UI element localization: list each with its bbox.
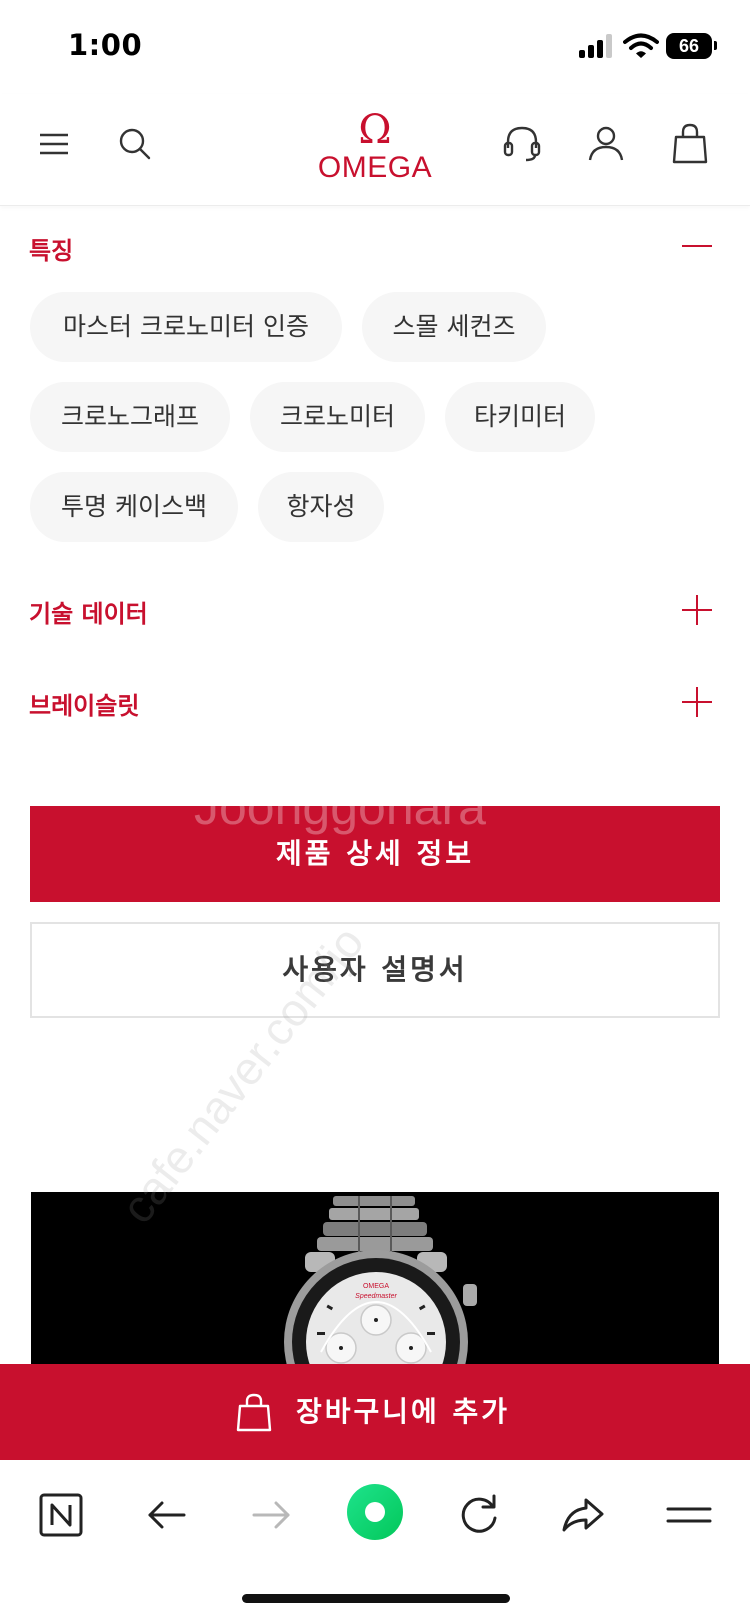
hamburger-icon[interactable]: [664, 1490, 714, 1540]
forward-arrow-icon[interactable]: [246, 1490, 296, 1540]
dial-brand: OMEGA: [363, 1283, 389, 1290]
expand-bracelet-plus-icon[interactable]: [680, 685, 714, 719]
expand-technical-data-plus-icon[interactable]: [680, 593, 714, 627]
battery-icon: 66: [666, 33, 712, 59]
signal-icon: [579, 34, 615, 58]
user-manual-button[interactable]: 사용자 설명서: [30, 922, 720, 1018]
battery-tip: [714, 41, 717, 50]
bracelet-title[interactable]: 브레이슬릿: [29, 686, 139, 721]
feature-chip[interactable]: 투명 케이스백: [30, 472, 238, 542]
naver-icon[interactable]: [36, 1490, 86, 1540]
feature-chip[interactable]: 마스터 크로노미터 인증: [30, 292, 342, 362]
add-to-cart-button[interactable]: 장바구니에 추가: [0, 1364, 750, 1460]
green-dot-icon[interactable]: [346, 1483, 404, 1541]
collapse-features-minus-icon[interactable]: [680, 229, 714, 263]
feature-chip[interactable]: 항자성: [258, 472, 384, 542]
menu-icon[interactable]: [32, 122, 76, 166]
reload-icon[interactable]: [454, 1490, 504, 1540]
feature-chip[interactable]: 스몰 세컨즈: [362, 292, 546, 362]
status-bar: 1:00 66: [0, 0, 750, 94]
add-to-cart-label: 장바구니에 추가: [296, 1395, 511, 1428]
site-header: Ω OMEGA: [0, 94, 750, 206]
share-icon[interactable]: [558, 1490, 608, 1540]
home-indicator[interactable]: [242, 1594, 510, 1603]
feature-chip[interactable]: 크로노미터: [250, 382, 425, 452]
search-icon[interactable]: [114, 122, 158, 166]
back-arrow-icon[interactable]: [142, 1490, 192, 1540]
omega-symbol: Ω: [358, 107, 392, 153]
omega-logo[interactable]: Ω OMEGA: [300, 110, 450, 184]
features-title[interactable]: 특징: [29, 231, 73, 266]
shopping-bag-icon: [236, 1393, 272, 1432]
product-image: OMEGA Speedmaster: [31, 1192, 719, 1367]
omega-wordmark: OMEGA: [317, 151, 433, 184]
feature-chip[interactable]: 타키미터: [445, 382, 595, 452]
browser-toolbar: [0, 1460, 750, 1623]
user-icon[interactable]: [584, 122, 628, 166]
wifi-icon: [623, 33, 659, 58]
technical-data-title[interactable]: 기술 데이터: [29, 594, 148, 629]
dial-model: Speedmaster: [355, 1293, 397, 1300]
battery-level: 66: [678, 36, 700, 56]
headset-icon[interactable]: [500, 122, 544, 166]
feature-chip[interactable]: 크로노그래프: [30, 382, 230, 452]
status-time: 1:00: [68, 28, 143, 62]
shopping-bag-icon[interactable]: [668, 122, 712, 166]
watch-image: OMEGA Speedmaster: [284, 1196, 477, 1367]
product-details-button[interactable]: 제품 상세 정보: [30, 806, 720, 902]
